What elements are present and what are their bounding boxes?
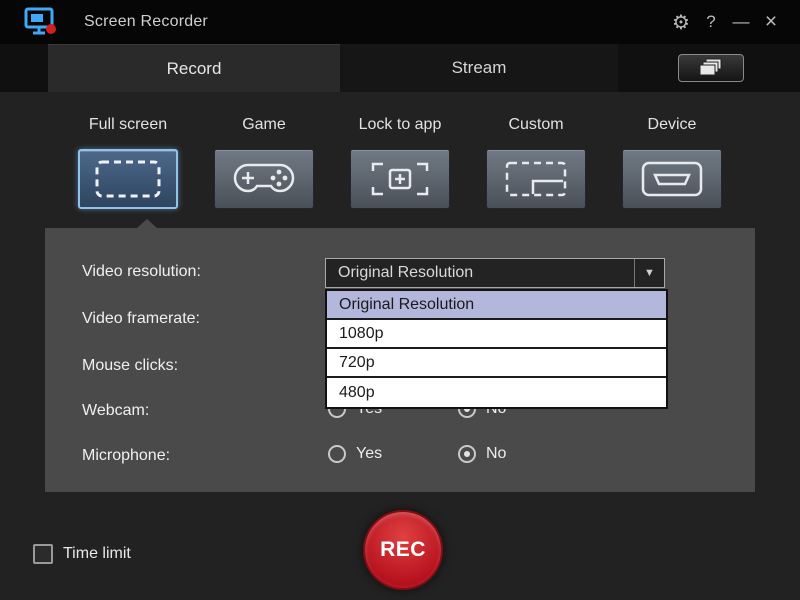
stacked-windows-icon [698,58,724,78]
microphone-yes-radio[interactable] [328,445,346,463]
tab-record[interactable]: Record [48,44,340,92]
mode-custom: Custom [486,116,586,209]
titlebar: Screen Recorder ⚙ ? — × [0,0,800,44]
capture-mode-selector: Full screen Game Lock to app Custom Devi… [0,116,800,209]
time-limit-label: Time limit [63,545,131,562]
microphone-no-label: No [486,445,507,462]
help-icon[interactable]: ? [696,7,726,37]
time-limit-option[interactable]: Time limit [33,544,131,564]
mode-device-label: Device [647,116,697,133]
stacked-windows-button[interactable] [678,54,744,82]
fullscreen-icon [93,157,163,201]
time-limit-checkbox[interactable] [33,544,53,564]
close-icon[interactable]: × [756,7,786,37]
resolution-dropdown-value: Original Resolution [338,264,474,281]
record-button-label: REC [380,538,426,561]
lock-to-app-icon [368,158,432,200]
mode-fullscreen-button[interactable] [78,149,178,209]
mode-lock-to-app-button[interactable] [350,149,450,209]
video-resolution-label: Video resolution: [82,263,201,280]
dropdown-option-720p[interactable]: 720p [327,349,666,378]
resolution-dropdown[interactable]: Original Resolution ▼ [325,258,665,288]
tab-stream[interactable]: Stream [340,44,618,92]
dropdown-option-original[interactable]: Original Resolution [327,291,666,320]
mode-fullscreen-label: Full screen [88,116,168,133]
window-title: Screen Recorder [84,13,208,30]
dropdown-option-1080p[interactable]: 1080p [327,320,666,349]
gamepad-icon [232,159,296,199]
mode-device-button[interactable] [622,149,722,209]
screen-recorder-window: Screen Recorder ⚙ ? — × Record Stream Fu… [0,0,800,600]
mouse-clicks-label: Mouse clicks: [82,357,179,374]
minimize-icon[interactable]: — [726,7,756,37]
tab-bar: Record Stream [0,44,800,92]
record-button[interactable]: REC [363,510,443,590]
dropdown-option-480p[interactable]: 480p [327,378,666,407]
mode-game-button[interactable] [214,149,314,209]
device-connector-icon [639,159,705,199]
mode-lock-to-app: Lock to app [350,116,450,209]
microphone-no-radio[interactable] [458,445,476,463]
mode-game: Game [214,116,314,209]
microphone-label: Microphone: [82,447,171,464]
mode-fullscreen: Full screen [78,116,178,209]
settings-gear-icon[interactable]: ⚙ [666,7,696,37]
settings-panel: Video resolution: Video framerate: Mouse… [45,219,755,492]
panel-notch [137,219,157,228]
custom-region-icon [503,158,569,200]
resolution-dropdown-list: Original Resolution 1080p 720p 480p [325,289,668,409]
microphone-no-option[interactable]: No [458,445,506,463]
mode-custom-label: Custom [508,116,564,133]
video-framerate-label: Video framerate: [82,310,200,327]
app-logo-icon [24,7,58,37]
microphone-yes-label: Yes [356,445,383,462]
titlebar-controls: ⚙ ? — × [666,0,786,44]
mode-device: Device [622,116,722,209]
microphone-yes-option[interactable]: Yes [328,445,382,463]
chevron-down-icon[interactable]: ▼ [634,259,664,287]
webcam-label: Webcam: [82,402,150,419]
mode-game-label: Game [242,116,286,133]
mode-lock-to-app-label: Lock to app [358,116,442,133]
mode-custom-button[interactable] [486,149,586,209]
